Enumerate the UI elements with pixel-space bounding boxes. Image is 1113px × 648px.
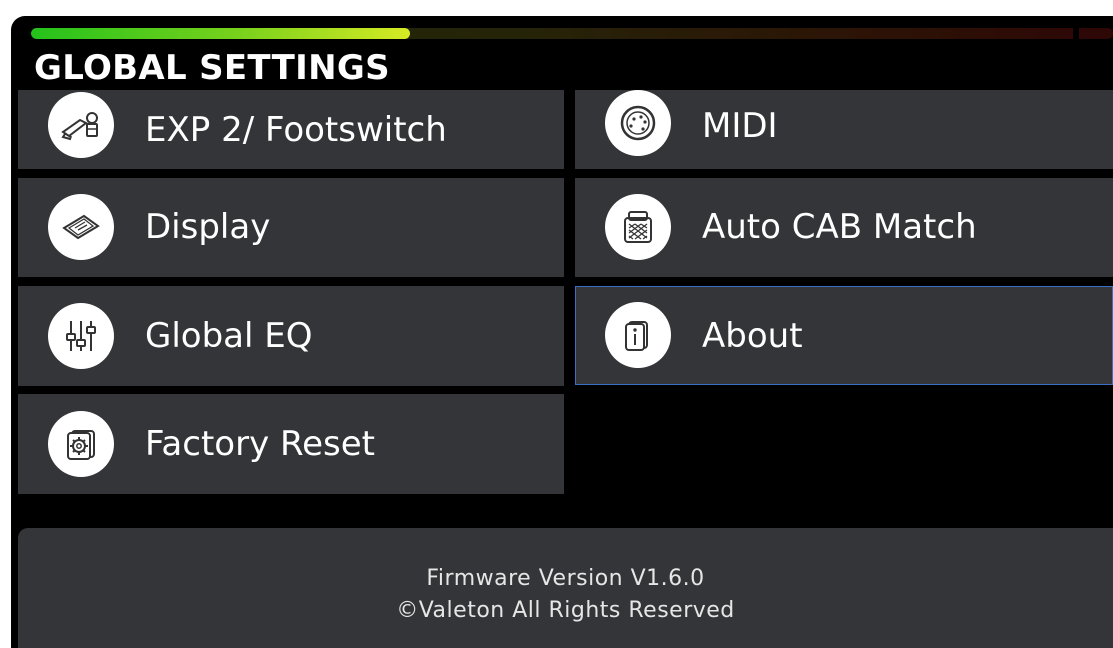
menu-item-exp2-footswitch[interactable]: EXP 2/ Footswitch [18,90,564,169]
level-meter [31,28,1113,39]
menu-item-factory-reset[interactable]: Factory Reset [18,394,564,494]
copyright-text: ©Valeton All Rights Reserved [396,598,735,623]
amp-cabinet-icon [605,194,671,260]
firmware-version: Firmware Version V1.6.0 [426,566,705,591]
settings-screen: GLOBAL SETTINGS EXP 2/ Footswitch MIDI D… [11,16,1113,648]
footer-panel: Firmware Version V1.6.0 ©Valeton All Rig… [18,528,1113,648]
eq-sliders-icon [48,303,114,369]
menu-item-label: EXP 2/ Footswitch [145,110,447,150]
menu-item-about[interactable]: About [575,286,1113,385]
level-meter-divider [1073,28,1079,39]
level-meter-fill [31,28,410,39]
menu-item-label: Auto CAB Match [702,207,977,247]
info-icon [605,302,671,368]
display-screen-icon [48,194,114,260]
midi-connector-icon [605,90,671,156]
menu-item-label: Display [145,207,271,247]
menu-item-midi[interactable]: MIDI [575,90,1113,169]
menu-item-display[interactable]: Display [18,178,564,277]
page-title: GLOBAL SETTINGS [34,48,390,88]
menu-item-global-eq[interactable]: Global EQ [18,286,564,386]
pedal-footswitch-icon [48,92,114,158]
menu-item-label: MIDI [702,106,778,146]
reset-gear-icon [48,411,114,477]
menu-item-label: Global EQ [145,316,313,356]
menu-item-auto-cab-match[interactable]: Auto CAB Match [575,178,1113,277]
menu-item-label: About [702,316,803,356]
menu-item-label: Factory Reset [145,424,375,464]
